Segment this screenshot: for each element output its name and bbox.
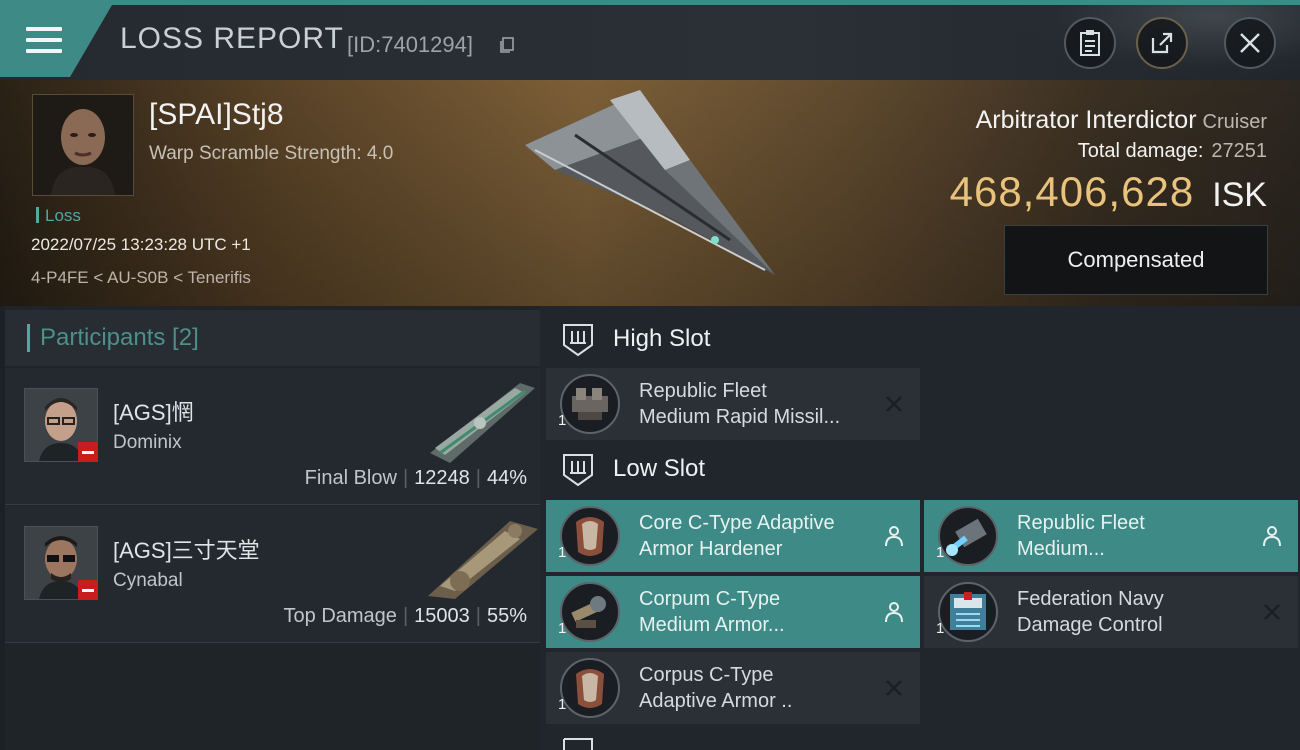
compensated-button[interactable]: Compensated [1004, 225, 1268, 295]
dropped-person-icon [1263, 526, 1281, 547]
module-quantity: 1 [558, 544, 567, 561]
loss-location: 4-P4FE < AU-S0B < Tenerifis [31, 268, 251, 287]
high-slot-icon [563, 324, 593, 357]
armor-hardener-icon [560, 506, 620, 566]
damage-control-icon [938, 582, 998, 642]
ship-name: Arbitrator Interdictor [975, 106, 1197, 134]
damage-amplifier-icon [938, 506, 998, 566]
clipboard-button[interactable] [1064, 17, 1116, 69]
victim-name: [SPAI]Stj8 [149, 98, 284, 131]
module-item[interactable]: 1 Corpus C-Type Adaptive Armor .. [546, 652, 920, 724]
total-damage-label: Total damage: [1077, 140, 1204, 162]
high-slot-label: High Slot [613, 325, 711, 352]
module-item[interactable]: 1 Republic Fleet Medium... [924, 500, 1298, 572]
module-item[interactable]: 1 Corpum C-Type Medium Armor... [546, 576, 920, 648]
low-slot-label: Low Slot [613, 455, 706, 482]
clipboard-icon [1080, 30, 1100, 56]
destroyed-icon [886, 396, 902, 412]
module-quantity: 1 [558, 620, 567, 637]
participant-avatar[interactable] [24, 526, 98, 600]
hostile-badge [78, 442, 98, 462]
accent-line [0, 0, 1300, 5]
module-name: Corpum C-Type Medium Armor... [639, 588, 785, 636]
share-button[interactable] [1136, 17, 1188, 69]
total-damage: Total damage: 27251 [1078, 140, 1267, 163]
participant-stats: Final Blow | 12248 | 44% [304, 467, 527, 489]
copy-icon[interactable] [500, 37, 514, 53]
armor-repairer-icon [560, 582, 620, 642]
participant-ship-image [428, 521, 538, 599]
missile-launcher-icon [560, 374, 620, 434]
module-name: Federation Navy Damage Control [1017, 588, 1164, 636]
participant-ship-image [430, 383, 535, 463]
participant-row[interactable]: [AGS]三寸天堂 Cynabal Top Damage | 15003 | 55% [5, 506, 540, 643]
participant-role: Top Damage [283, 605, 397, 627]
module-quantity: 1 [558, 696, 567, 713]
loss-timestamp: 2022/07/25 13:23:28 UTC +1 [31, 235, 251, 254]
destroyed-icon [886, 680, 902, 696]
isk-unit: ISK [1212, 176, 1267, 214]
participant-percent: 44% [486, 467, 527, 489]
module-item[interactable]: 1 Republic Fleet Medium Rapid Missil... [546, 368, 920, 440]
report-id: [ID:7401294] [347, 32, 473, 57]
participant-ship: Cynabal [113, 570, 183, 591]
top-bar: LOSS REPORT [ID:7401294] [0, 0, 1300, 80]
dropped-person-icon [885, 526, 903, 547]
isk-value: 468,406,628 [949, 168, 1195, 215]
share-icon [1151, 32, 1173, 54]
ship-class: Cruiser [1202, 111, 1267, 133]
loss-tag: Loss [36, 206, 81, 226]
mid-slot-icon [563, 738, 593, 750]
module-quantity: 1 [936, 544, 945, 561]
participant-damage: 15003 [414, 605, 470, 627]
low-slot-icon [563, 454, 593, 487]
close-icon [1240, 33, 1260, 53]
ship-type: Arbitrator Interdictor Cruiser [976, 106, 1267, 135]
participant-name: [AGS]三寸天堂 [113, 538, 260, 563]
module-name: Corpus C-Type Adaptive Armor .. [639, 664, 793, 712]
participant-damage: 12248 [414, 467, 470, 489]
victim-ship-image [525, 90, 775, 275]
participant-role: Final Blow [304, 467, 397, 489]
dropped-person-icon [885, 602, 903, 623]
destroyed-icon [1264, 604, 1280, 620]
menu-icon [26, 27, 62, 57]
module-item[interactable]: 1 Core C-Type Adaptive Armor Hardener [546, 500, 920, 572]
participant-row[interactable]: [AGS]惘 Dominix Final Blow | 12248 | 44% [5, 368, 540, 505]
module-item[interactable]: 1 Federation Navy Damage Control [924, 576, 1298, 648]
armor-hardener-icon [560, 658, 620, 718]
participant-ship: Dominix [113, 432, 182, 453]
close-button[interactable] [1224, 17, 1276, 69]
hostile-badge [78, 580, 98, 600]
victim-avatar[interactable] [32, 94, 134, 196]
participants-header: Participants [2] [5, 310, 540, 366]
module-name: Core C-Type Adaptive Armor Hardener [639, 512, 835, 560]
page-title: LOSS REPORT [120, 22, 344, 55]
module-name: Republic Fleet Medium Rapid Missil... [639, 380, 841, 428]
participants-title: Participants [2] [40, 324, 199, 351]
total-damage-value: 27251 [1211, 140, 1267, 162]
participant-percent: 55% [486, 605, 527, 627]
participant-avatar[interactable] [24, 388, 98, 462]
module-quantity: 1 [558, 412, 567, 429]
module-name: Republic Fleet Medium... [1017, 512, 1145, 560]
participant-name: [AGS]惘 [113, 400, 194, 425]
participant-stats: Top Damage | 15003 | 55% [283, 605, 527, 627]
warp-scramble-strength: Warp Scramble Strength: 4.0 [149, 143, 394, 164]
menu-button[interactable] [0, 5, 112, 77]
module-quantity: 1 [936, 620, 945, 637]
isk-value-line: 468,406,628 ISK [950, 168, 1267, 216]
